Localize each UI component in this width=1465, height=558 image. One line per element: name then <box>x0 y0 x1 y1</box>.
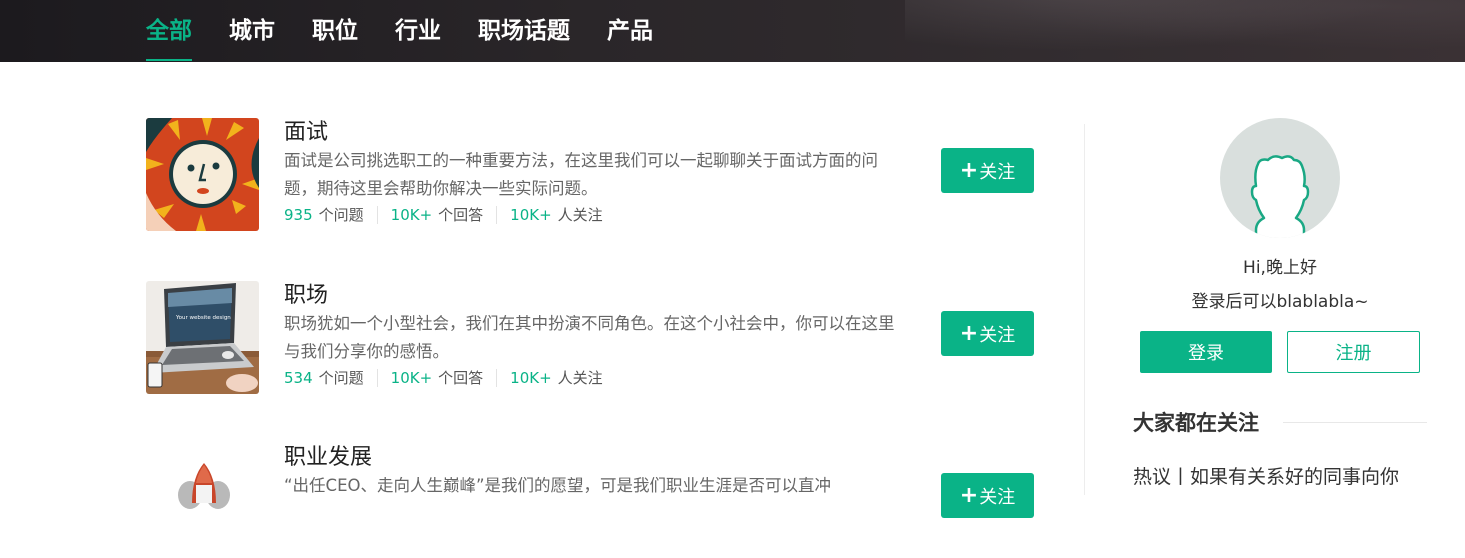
nav-tab-position[interactable]: 职位 <box>312 0 358 62</box>
trending-section-title: 大家都在关注 <box>1133 411 1259 435</box>
topic-title[interactable]: 面试 <box>284 118 328 148</box>
plus-icon: + <box>959 482 979 508</box>
stat-divider <box>376 206 378 224</box>
nav-tab-all[interactable]: 全部 <box>146 0 192 62</box>
header-background-decoration <box>905 0 1465 62</box>
topic-image-laptop-photo[interactable]: Your website design <box>146 281 259 394</box>
followers-count: 10K+ <box>510 206 552 224</box>
stat-questions: 935 个问题 <box>284 205 364 225</box>
follow-button[interactable]: + 关注 <box>941 473 1034 518</box>
topic-description: “出任CEO、走向人生巅峰”是我们的愿望，可是我们职业生涯是否可以直冲 <box>284 476 832 495</box>
topic-stats: 534 个问题 10K+ 个回答 10K+ 人关注 <box>284 368 603 388</box>
trending-item-link[interactable]: 热议丨如果有关系好的同事向你 <box>1133 462 1399 492</box>
followers-label: 人关注 <box>557 369 603 387</box>
content-divider <box>1084 124 1085 495</box>
laptop-screen-text: Your website design <box>175 315 231 321</box>
user-avatar[interactable] <box>1220 118 1340 238</box>
register-button[interactable]: 注册 <box>1287 331 1420 373</box>
questions-count: 534 <box>284 369 313 387</box>
greeting-text: Hi,晚上好 <box>1243 258 1317 278</box>
follow-button-label: 关注 <box>979 324 1016 346</box>
stat-questions: 534 个问题 <box>284 368 364 388</box>
topic-image-rocket-illustration[interactable] <box>146 443 259 556</box>
login-button[interactable]: 登录 <box>1140 331 1272 373</box>
answers-label: 个回答 <box>438 369 484 387</box>
stat-divider <box>496 369 498 387</box>
nav-tab-industry[interactable]: 行业 <box>395 0 441 62</box>
topic-item-interview: 面试 面试是公司挑选职工的一种重要方法，在这里我们可以一起聊聊关于面试方面的问题… <box>146 118 1036 233</box>
follow-button-label: 关注 <box>979 486 1016 508</box>
follow-button[interactable]: + 关注 <box>941 148 1034 193</box>
answers-count: 10K+ <box>390 369 433 387</box>
plus-icon: + <box>959 320 979 346</box>
stat-followers: 10K+ 人关注 <box>510 368 603 388</box>
topic-title[interactable]: 职场 <box>284 281 328 311</box>
user-silhouette-icon <box>1250 155 1310 238</box>
answers-count: 10K+ <box>390 206 433 224</box>
stat-divider <box>496 206 498 224</box>
followers-count: 10K+ <box>510 369 552 387</box>
follow-button[interactable]: + 关注 <box>941 311 1034 356</box>
stat-followers: 10K+ 人关注 <box>510 205 603 225</box>
followers-label: 人关注 <box>557 206 603 224</box>
plus-icon: + <box>959 157 979 183</box>
follow-button-label: 关注 <box>979 161 1016 183</box>
nav-tab-city[interactable]: 城市 <box>229 0 275 62</box>
topic-item-workplace: Your website design 职场 职场犹如一个小型社会，我们在其中扮… <box>146 281 1036 396</box>
login-tip-text: 登录后可以blablabla~ <box>1191 292 1369 312</box>
stat-divider <box>376 369 378 387</box>
topic-stats: 935 个问题 10K+ 个回答 10K+ 人关注 <box>284 205 603 225</box>
questions-label: 个问题 <box>318 206 364 224</box>
topic-image-face-illustration[interactable] <box>146 118 259 231</box>
topic-item-career-development: 职业发展 “出任CEO、走向人生巅峰”是我们的愿望，可是我们职业生涯是否可以直冲… <box>146 443 1036 558</box>
topic-description: 面试是公司挑选职工的一种重要方法，在这里我们可以一起聊聊关于面试方面的问题，期待… <box>284 151 878 198</box>
top-nav-bar: 全部 城市 职位 行业 职场话题 产品 <box>0 0 1465 62</box>
section-title-line <box>1283 422 1427 423</box>
topic-title[interactable]: 职业发展 <box>284 443 372 473</box>
answers-label: 个回答 <box>438 206 484 224</box>
nav-tab-workplace-topics[interactable]: 职场话题 <box>478 0 570 62</box>
questions-count: 935 <box>284 206 313 224</box>
stat-answers: 10K+ 个回答 <box>391 368 484 388</box>
topic-description: 职场犹如一个小型社会，我们在其中扮演不同角色。在这个小社会中，你可以在这里与我们… <box>284 314 895 361</box>
category-nav: 全部 城市 职位 行业 职场话题 产品 <box>146 0 690 62</box>
nav-tab-product[interactable]: 产品 <box>607 0 653 62</box>
stat-answers: 10K+ 个回答 <box>391 205 484 225</box>
questions-label: 个问题 <box>318 369 364 387</box>
